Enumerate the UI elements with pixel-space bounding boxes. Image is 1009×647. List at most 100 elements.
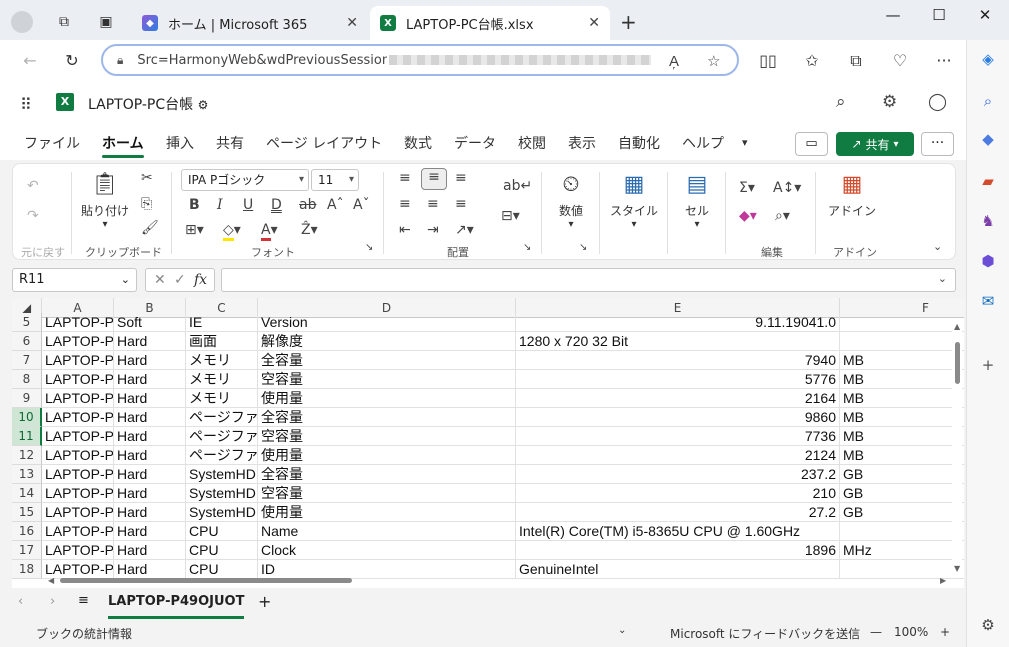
tools-briefcase-icon[interactable]: ▰ <box>977 170 999 192</box>
cell-f[interactable]: MHz <box>840 541 964 560</box>
align-right-icon[interactable]: ≡ <box>455 196 467 212</box>
addins-button[interactable]: ▦ アドイン <box>823 172 881 219</box>
tab-page-layout[interactable]: ページ レイアウト <box>266 133 382 153</box>
cell-a[interactable]: LAPTOP-P <box>42 522 114 541</box>
font-color-icon[interactable]: A▾ <box>261 222 278 241</box>
cell-d[interactable]: Version <box>258 313 516 332</box>
cell-b[interactable]: Hard <box>114 560 186 579</box>
cell-a[interactable]: LAPTOP-P <box>42 446 114 465</box>
add-sheet-icon[interactable]: + <box>258 592 271 611</box>
row-header[interactable]: 12 <box>12 446 42 465</box>
cell-b[interactable]: Hard <box>114 427 186 446</box>
tab-review[interactable]: 校閲 <box>518 133 546 153</box>
cell-e[interactable]: 1896 <box>516 541 840 560</box>
styles-button[interactable]: ▦ スタイル ▾ <box>605 172 663 230</box>
browser-essentials-icon[interactable]: ♡ <box>888 49 912 73</box>
cell-a[interactable]: LAPTOP-P <box>42 503 114 522</box>
cell-f[interactable]: GB <box>840 503 964 522</box>
row-header[interactable]: 14 <box>12 484 42 503</box>
spreadsheet-grid[interactable]: ◢ A B C D E F 5 LAPTOP-P Soft IE Version 9.11… <box>12 298 964 588</box>
tab-actions-icon[interactable]: ▣ <box>94 10 118 34</box>
font-size-select[interactable]: 11 ▾ <box>311 169 359 191</box>
scroll-up-arrow-icon[interactable]: ▲ <box>954 322 960 331</box>
cell-e[interactable]: 237.2 <box>516 465 840 484</box>
browser-menu-icon[interactable]: ··· <box>932 49 956 73</box>
row-header[interactable]: 10 <box>12 408 42 427</box>
cell-a[interactable]: LAPTOP-P <box>42 408 114 427</box>
cell-c[interactable]: SystemHD <box>186 484 258 503</box>
cell-c[interactable]: メモリ <box>186 351 258 370</box>
settings-gear-icon[interactable]: ⚙ <box>882 92 897 112</box>
tab-automate[interactable]: 自動化 <box>618 133 660 153</box>
cell-e[interactable]: GenuineIntel <box>516 560 840 579</box>
comments-button[interactable]: ▭ <box>795 132 828 156</box>
cell-d[interactable]: 空容量 <box>258 370 516 389</box>
scroll-right-arrow-icon[interactable]: ▶ <box>940 576 946 585</box>
cell-f[interactable]: MB <box>840 408 964 427</box>
cell-a[interactable]: LAPTOP-P <box>42 389 114 408</box>
favorite-star-icon[interactable]: ☆ <box>707 52 720 70</box>
cell-c[interactable]: ページファ <box>186 408 258 427</box>
fill-color-icon[interactable]: ◇▾ <box>223 222 241 241</box>
row-header[interactable]: 5 <box>12 313 42 332</box>
cell-c[interactable]: 画面 <box>186 332 258 351</box>
vertical-scroll-thumb[interactable] <box>955 342 960 384</box>
collections-icon[interactable]: ⧉ <box>844 49 868 73</box>
cell-c[interactable]: SystemHD <box>186 465 258 484</box>
status-chevron-icon[interactable]: ⌄ <box>618 625 626 636</box>
tab-share[interactable]: 共有 <box>216 133 244 153</box>
strikethrough-icon[interactable]: ab <box>299 197 316 213</box>
microsoft365-icon[interactable]: ⬢ <box>977 250 999 272</box>
align-dialog-launcher-icon[interactable]: ↘ <box>523 242 531 253</box>
cell-d[interactable]: Clock <box>258 541 516 560</box>
cell-d[interactable]: 使用量 <box>258 446 516 465</box>
cell-f[interactable]: MB <box>840 389 964 408</box>
next-sheet-icon[interactable]: › <box>50 594 55 609</box>
settings-icon[interactable]: ⚙ <box>977 614 999 636</box>
increase-indent-icon[interactable]: ⇥ <box>427 222 439 238</box>
maximize-icon[interactable]: ☐ <box>924 6 954 30</box>
horizontal-scroll-thumb[interactable] <box>60 578 352 583</box>
cell-d[interactable]: 全容量 <box>258 351 516 370</box>
search-icon[interactable]: ⌕ <box>836 92 846 112</box>
autosum-icon[interactable]: Σ▾ <box>739 180 755 196</box>
cell-b[interactable]: Hard <box>114 408 186 427</box>
split-screen-icon[interactable]: ▯▯ <box>756 49 780 73</box>
read-aloud-icon[interactable]: A᷊ <box>669 52 679 70</box>
cell-e[interactable]: 210 <box>516 484 840 503</box>
row-header[interactable]: 6 <box>12 332 42 351</box>
cell-a[interactable]: LAPTOP-P <box>42 484 114 503</box>
expand-formula-chevron-icon[interactable]: ⌄ <box>938 272 947 285</box>
zoom-out-icon[interactable]: — <box>870 625 882 639</box>
cell-e[interactable]: 7736 <box>516 427 840 446</box>
minimize-icon[interactable]: — <box>878 6 908 30</box>
wrap-text-icon[interactable]: ab↵ <box>503 178 532 194</box>
search-icon[interactable]: ⌕ <box>977 90 999 112</box>
row-header[interactable]: 15 <box>12 503 42 522</box>
cell-b[interactable]: Hard <box>114 541 186 560</box>
cell-e[interactable]: 27.2 <box>516 503 840 522</box>
cut-icon[interactable]: ✂ <box>141 170 153 186</box>
cell-e[interactable]: 2164 <box>516 389 840 408</box>
orientation-icon[interactable]: ↗▾ <box>455 222 474 238</box>
new-tab-icon[interactable]: + <box>620 10 637 34</box>
name-box[interactable]: R11 ⌄ <box>12 268 137 292</box>
outlook-icon[interactable]: ✉ <box>977 290 999 312</box>
cell-d[interactable]: ID <box>258 560 516 579</box>
cell-c[interactable]: CPU <box>186 541 258 560</box>
shopping-tag-icon[interactable]: ◆ <box>977 128 999 150</box>
paste-button[interactable]: 📋︎ 貼り付け ▾ <box>79 172 131 230</box>
cell-c[interactable]: ページファ <box>186 427 258 446</box>
cell-a[interactable]: LAPTOP-P <box>42 351 114 370</box>
cell-c[interactable]: メモリ <box>186 370 258 389</box>
scroll-down-arrow-icon[interactable]: ▼ <box>954 564 960 573</box>
cell-e[interactable]: 9860 <box>516 408 840 427</box>
tab-help[interactable]: ヘルプ <box>682 133 724 153</box>
row-header[interactable]: 17 <box>12 541 42 560</box>
cell-e[interactable]: 1280 x 720 32 Bit <box>516 332 840 351</box>
cell-f[interactable] <box>840 332 964 351</box>
row-header[interactable]: 11 <box>12 427 42 446</box>
cell-a[interactable]: LAPTOP-P <box>42 465 114 484</box>
cell-a[interactable]: LAPTOP-P <box>42 313 114 332</box>
all-sheets-menu-icon[interactable]: ≡ <box>78 593 89 608</box>
